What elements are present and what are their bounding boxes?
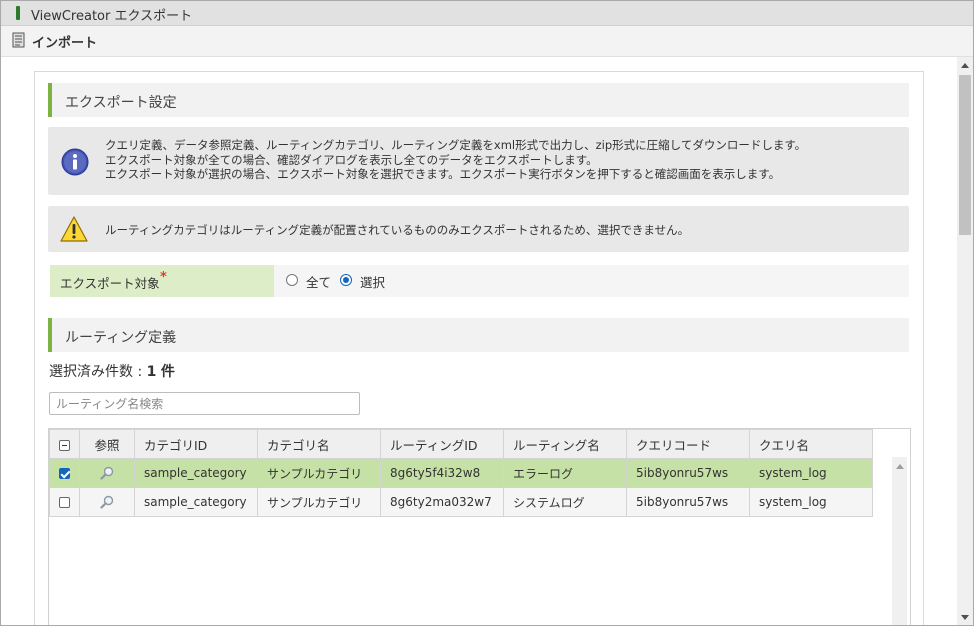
document-import-icon[interactable] (12, 32, 26, 48)
magnifier-icon[interactable] (99, 494, 115, 510)
export-target-row: エクスポート対象 * 全て 選択 (50, 265, 909, 297)
cell-routing-name: エラーログ (503, 458, 627, 488)
radio-select-label[interactable]: 選択 (360, 272, 385, 291)
cell-query-code: 5ib8yonru57ws (626, 487, 750, 517)
row-select-cell[interactable] (49, 458, 80, 488)
warning-icon (60, 216, 88, 242)
info-icon (61, 148, 89, 176)
routing-grid: 参照 カテゴリID カテゴリ名 ルーティングID ルーティング名 クエリコード … (49, 429, 873, 517)
scroll-up-arrow-icon[interactable] (961, 63, 969, 68)
export-settings-title: エクスポート設定 (65, 95, 177, 111)
title-marker (16, 6, 20, 20)
scroll-up-arrow-icon[interactable] (896, 464, 904, 469)
magnifier-icon[interactable] (99, 465, 115, 481)
selected-count-label: 選択済み件数 : (49, 364, 147, 380)
cell-category-name: サンプルカテゴリ (257, 487, 381, 517)
selected-count: 選択済み件数 : 1 件 (49, 361, 175, 381)
selected-count-unit: 件 (160, 364, 175, 380)
export-settings-heading: エクスポート設定 (48, 83, 909, 117)
radio-all[interactable] (286, 274, 298, 286)
column-header-category-name[interactable]: カテゴリ名 (257, 429, 381, 459)
toolbar: インポート (1, 26, 973, 57)
cell-category-id: sample_category (134, 487, 258, 517)
cell-category-name: サンプルカテゴリ (257, 458, 381, 488)
row-select-cell[interactable] (49, 487, 80, 517)
warning-text: ルーティングカテゴリはルーティング定義が配置されているもののみエクスポートされる… (105, 223, 690, 237)
export-panel: エクスポート設定 クエリ定義、データ参照定義、ルーティングカテゴリ、ルーティング… (34, 71, 924, 625)
info-line: エクスポート対象が全ての場合、確認ダイアログを表示し全てのデータをエクスポートし… (105, 152, 598, 167)
radio-select[interactable] (340, 274, 352, 286)
column-header-query-code[interactable]: クエリコード (626, 429, 750, 459)
title-bar: ViewCreator エクスポート (1, 1, 973, 26)
routing-table: 参照 カテゴリID カテゴリ名 ルーティングID ルーティング名 クエリコード … (48, 428, 911, 625)
ref-cell[interactable] (79, 458, 135, 488)
column-header-category-id[interactable]: カテゴリID (134, 429, 258, 459)
cell-category-id: sample_category (134, 458, 258, 488)
table-header-row: 参照 カテゴリID カテゴリ名 ルーティングID ルーティング名 クエリコード … (49, 429, 873, 459)
ref-cell[interactable] (79, 487, 135, 517)
row-checkbox[interactable] (59, 497, 70, 508)
info-line: エクスポート対象が選択の場合、エクスポート対象を選択できます。エクスポート実行ボ… (105, 167, 781, 181)
routing-title: ルーティング定義 (65, 330, 177, 346)
main-content: エクスポート設定 クエリ定義、データ参照定義、ルーティングカテゴリ、ルーティング… (1, 57, 956, 625)
required-mark: * (160, 270, 167, 285)
cell-query-name: system_log (749, 458, 873, 488)
cell-routing-name: システムログ (503, 487, 627, 517)
window-title: ViewCreator エクスポート (31, 9, 193, 24)
cell-routing-id: 8g6ty2ma032w7 (380, 487, 504, 517)
info-line: クエリ定義、データ参照定義、ルーティングカテゴリ、ルーティング定義をxml形式で… (105, 138, 807, 152)
cell-query-code: 5ib8yonru57ws (626, 458, 750, 488)
column-header-query-name[interactable]: クエリ名 (749, 429, 873, 459)
warning-message: ルーティングカテゴリはルーティング定義が配置されているもののみエクスポートされる… (48, 206, 909, 252)
radio-all-label[interactable]: 全て (306, 272, 331, 291)
export-target-label-cell: エクスポート対象 * (50, 265, 274, 297)
column-header-routing-id[interactable]: ルーティングID (380, 429, 504, 459)
selected-count-value: 1 (146, 364, 157, 380)
column-header-ref[interactable]: 参照 (79, 429, 135, 459)
row-checkbox[interactable] (59, 468, 70, 479)
info-text: クエリ定義、データ参照定義、ルーティングカテゴリ、ルーティング定義をxml形式で… (105, 138, 806, 182)
import-link[interactable]: インポート (32, 32, 97, 51)
routing-search-input[interactable] (49, 392, 360, 415)
table-row[interactable]: sample_category サンプルカテゴリ 8g6ty2ma032w7 シ… (49, 487, 873, 517)
table-scrollbar[interactable] (892, 457, 907, 625)
cell-query-name: system_log (749, 487, 873, 517)
export-target-label: エクスポート対象 (60, 276, 160, 291)
routing-heading: ルーティング定義 (48, 318, 909, 352)
info-message: クエリ定義、データ参照定義、ルーティングカテゴリ、ルーティング定義をxml形式で… (48, 127, 909, 195)
column-header-routing-name[interactable]: ルーティング名 (503, 429, 627, 459)
scroll-down-arrow-icon[interactable] (961, 615, 969, 620)
cell-routing-id: 8g6ty5f4i32w8 (380, 458, 504, 488)
select-all-checkbox[interactable] (59, 439, 70, 451)
app-window: ViewCreator エクスポート インポート エクスポート設定 クエリ定義、… (0, 0, 974, 626)
select-all-header[interactable] (49, 429, 80, 459)
table-row[interactable]: sample_category サンプルカテゴリ 8g6ty5f4i32w8 エ… (49, 458, 873, 488)
page-scrollbar[interactable] (957, 57, 973, 625)
scrollbar-thumb[interactable] (959, 75, 971, 235)
